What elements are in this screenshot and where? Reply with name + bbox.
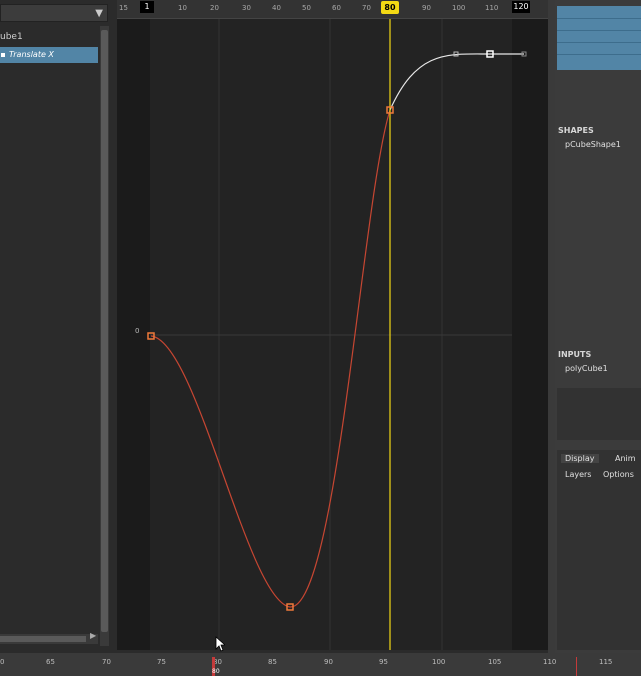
graph-curve-svg — [147, 14, 527, 650]
timeline-tick-label: 100 — [432, 658, 446, 666]
selected-rows[interactable] — [557, 6, 641, 70]
outliner-vertical-scroll-thumb[interactable] — [101, 30, 108, 632]
timeline-tick-label: 0 — [0, 658, 5, 666]
ruler-tick-label: 90 — [422, 4, 431, 12]
row-divider — [557, 30, 641, 31]
time-ruler[interactable]: 15 10 20 30 40 50 60 70 90 100 110 1 120… — [117, 0, 548, 19]
outliner-panel: ▼ ube1 Translate X ▶ — [0, 0, 110, 653]
ruler-tick-label: 40 — [272, 4, 281, 12]
animation-curve — [150, 109, 391, 608]
ruler-tick-label: 110 — [485, 4, 499, 12]
row-divider — [557, 42, 641, 43]
layers-menu[interactable]: Layers — [565, 470, 591, 479]
animation-curve-post — [389, 53, 524, 111]
chevron-down-icon[interactable]: ▼ — [95, 5, 103, 23]
panel-separator[interactable] — [548, 0, 555, 676]
ruler-tick-label: 100 — [452, 4, 466, 12]
inputs-heading: INPUTS — [558, 350, 592, 359]
ruler-tick-label: 70 — [362, 4, 371, 12]
range-end-marker[interactable]: 120 — [512, 1, 530, 13]
scroll-right-arrow-icon[interactable]: ▶ — [90, 631, 96, 640]
time-slider[interactable]: 0 65 70 75 80 85 90 95 100 105 110 115 8… — [0, 653, 641, 676]
outliner-node-label[interactable]: ube1 — [0, 32, 23, 42]
timeline-tick-label: 90 — [324, 658, 333, 666]
timeline-tick-label: 110 — [543, 658, 557, 666]
ruler-tick-label: 10 — [178, 4, 187, 12]
layer-editor-panel: Display Anim Layers Options — [557, 450, 641, 650]
ruler-tick-label: 60 — [332, 4, 341, 12]
channel-label: Translate X — [9, 50, 54, 59]
ruler-tick-label: 15 — [119, 4, 128, 12]
timeline-key-tick — [576, 657, 577, 676]
timeline-tick-label: 65 — [46, 658, 55, 666]
inputs-panel — [557, 388, 641, 440]
range-start-marker[interactable]: 1 — [140, 1, 154, 13]
outliner-horizontal-scroll-thumb[interactable] — [0, 636, 86, 642]
ruler-tick-label: 20 — [210, 4, 219, 12]
mouse-cursor-icon — [215, 636, 225, 652]
timeline-tick-label: 115 — [599, 658, 613, 666]
shape-node-item[interactable]: pCubeShape1 — [565, 140, 621, 149]
timeline-tick-label: 70 — [102, 658, 111, 666]
row-divider — [557, 54, 641, 55]
current-frame-marker[interactable]: 80 — [381, 1, 399, 14]
channel-translate-x[interactable]: Translate X — [0, 47, 98, 63]
input-node-item[interactable]: polyCube1 — [565, 364, 608, 373]
ruler-tick-label: 50 — [302, 4, 311, 12]
options-menu[interactable]: Options — [603, 470, 634, 479]
channel-color-icon — [1, 52, 5, 57]
outliner-dropdown[interactable]: ▼ — [0, 4, 108, 22]
tab-anim[interactable]: Anim — [615, 454, 636, 463]
graph-editor-canvas[interactable]: 0 — [117, 0, 548, 650]
attribute-editor: SHAPES pCubeShape1 INPUTS polyCube1 Disp… — [555, 0, 641, 676]
ruler-tick-label: 30 — [242, 4, 251, 12]
shapes-heading: SHAPES — [558, 126, 594, 135]
row-divider — [557, 18, 641, 19]
timeline-tick-label: 95 — [379, 658, 388, 666]
timeline-current-frame-label: 80 — [212, 668, 220, 675]
timeline-tick-label: 75 — [157, 658, 166, 666]
value-axis-label: 0 — [135, 327, 140, 335]
timeline-tick-label: 105 — [488, 658, 502, 666]
timeline-tick-label: 85 — [268, 658, 277, 666]
tab-display[interactable]: Display — [561, 454, 599, 463]
